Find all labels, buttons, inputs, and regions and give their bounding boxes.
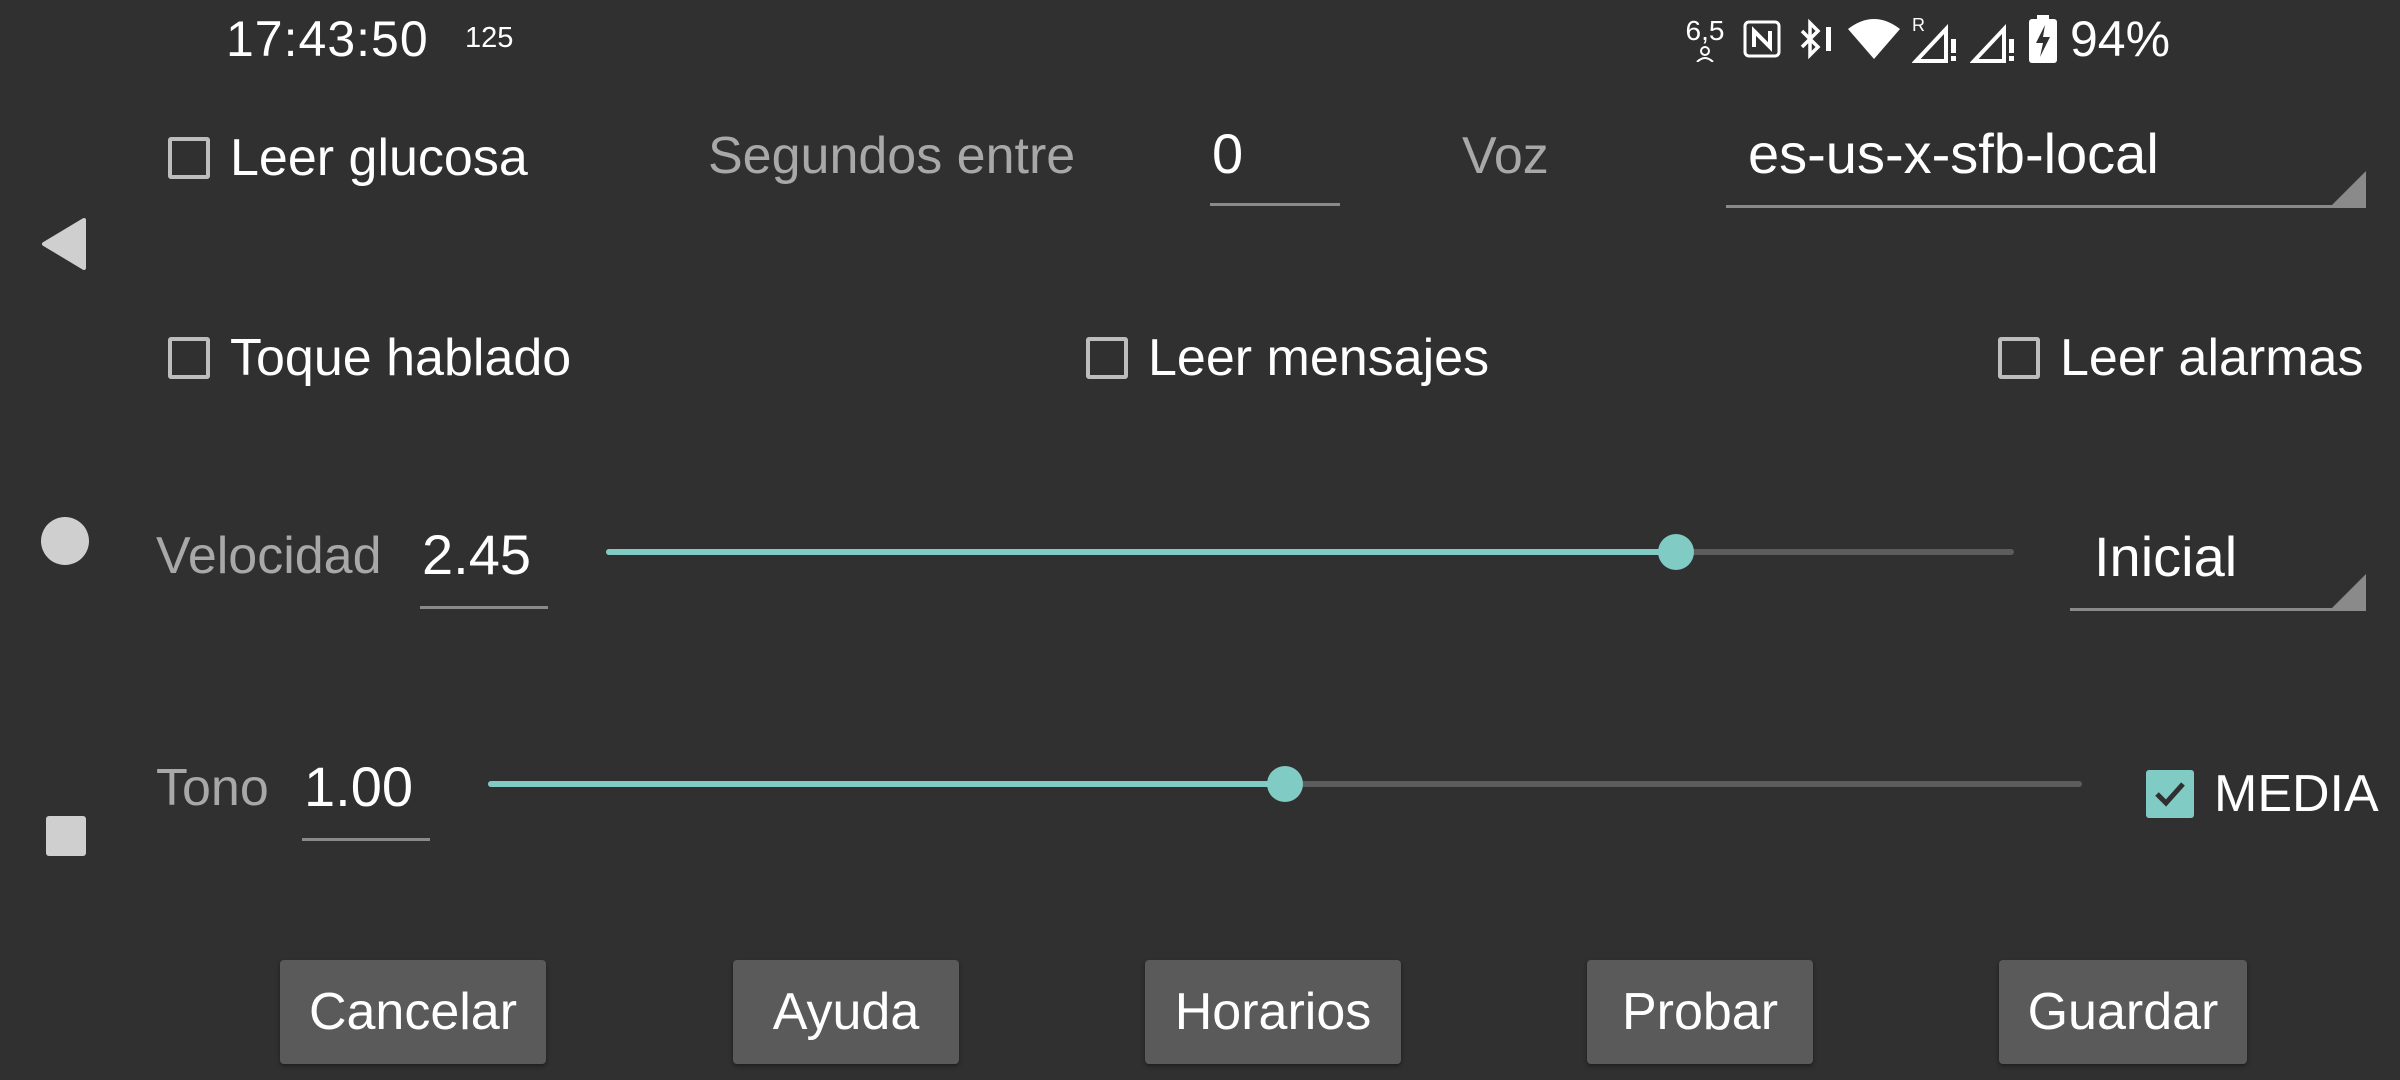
dnd-indicator: 6,5 xyxy=(1678,16,1732,62)
nav-recents-button[interactable] xyxy=(44,814,88,863)
seconds-input[interactable]: 0 xyxy=(1210,115,1340,206)
save-button[interactable]: Guardar xyxy=(1999,960,2247,1064)
nav-back-button[interactable] xyxy=(40,218,90,275)
media-checkbox[interactable]: MEDIA xyxy=(2146,764,2379,824)
read-messages-box[interactable] xyxy=(1086,337,1128,379)
pitch-input[interactable]: 1.00 xyxy=(302,744,430,841)
dropdown-arrow-icon xyxy=(2332,171,2366,205)
read-alarms-checkbox[interactable]: Leer alarmas xyxy=(1998,328,2363,388)
signal-icon xyxy=(1970,23,2014,63)
help-button[interactable]: Ayuda xyxy=(733,960,959,1064)
status-clock: 17:43:50 xyxy=(226,11,429,67)
speed-value: 2.45 xyxy=(422,523,531,586)
spoken-touch-box[interactable] xyxy=(168,337,210,379)
pitch-label: Tono xyxy=(156,759,269,817)
pitch-slider-thumb[interactable] xyxy=(1267,766,1303,802)
back-icon xyxy=(42,218,86,270)
checkmark-icon xyxy=(2155,782,2185,807)
bluetooth-icon xyxy=(1800,18,1831,60)
nfc-icon xyxy=(1743,20,1781,58)
speed-label: Velocidad xyxy=(156,527,382,585)
read-glucose-label: Leer glucosa xyxy=(230,129,528,187)
wifi-icon xyxy=(1848,19,1900,59)
read-glucose-checkbox[interactable]: Leer glucosa xyxy=(168,128,528,188)
speed-slider-fill xyxy=(606,549,1677,555)
pitch-value: 1.00 xyxy=(304,755,413,818)
voice-label: Voz xyxy=(1462,127,1549,185)
read-alarms-box[interactable] xyxy=(1998,337,2040,379)
svg-text:R: R xyxy=(1912,15,1925,35)
home-icon xyxy=(41,517,89,565)
test-button[interactable]: Probar xyxy=(1587,960,1813,1064)
speed-preset-value: Inicial xyxy=(2094,525,2238,588)
spoken-touch-label: Toque hablado xyxy=(230,329,572,387)
read-alarms-label: Leer alarmas xyxy=(2060,329,2364,387)
pitch-slider-fill xyxy=(488,781,1285,787)
person-icon xyxy=(1696,46,1714,62)
read-glucose-box[interactable] xyxy=(168,137,210,179)
speed-preset-spinner[interactable]: Inicial xyxy=(2070,514,2366,611)
status-clock-sub: 125 xyxy=(465,22,514,54)
read-messages-label: Leer mensajes xyxy=(1148,329,1490,387)
dropdown-arrow-icon xyxy=(2332,574,2366,608)
dnd-value: 6,5 xyxy=(1685,15,1725,46)
battery-charging-icon xyxy=(2029,15,2057,63)
seconds-value: 0 xyxy=(1212,122,1244,185)
signal-roaming-icon: R xyxy=(1912,15,1956,63)
speed-slider[interactable] xyxy=(606,534,2014,570)
seconds-label: Segundos entre xyxy=(708,127,1076,185)
media-box[interactable] xyxy=(2146,770,2194,818)
nav-home-button[interactable] xyxy=(40,516,90,571)
cancel-button[interactable]: Cancelar xyxy=(280,960,546,1064)
pitch-slider[interactable] xyxy=(488,766,2082,802)
speed-slider-thumb[interactable] xyxy=(1658,534,1695,570)
voice-value: es-us-x-sfb-local xyxy=(1748,122,2159,185)
spoken-touch-checkbox[interactable]: Toque hablado xyxy=(168,328,571,388)
battery-percent: 94% xyxy=(2070,11,2171,67)
media-label: MEDIA xyxy=(2214,765,2379,823)
schedules-button[interactable]: Horarios xyxy=(1145,960,1401,1064)
speed-input[interactable]: 2.45 xyxy=(420,512,548,609)
recents-icon xyxy=(46,816,86,856)
read-messages-checkbox[interactable]: Leer mensajes xyxy=(1086,328,1489,388)
status-icons: 6,5 R 94% xyxy=(1678,8,2171,70)
voice-spinner[interactable]: es-us-x-sfb-local xyxy=(1726,115,2366,208)
